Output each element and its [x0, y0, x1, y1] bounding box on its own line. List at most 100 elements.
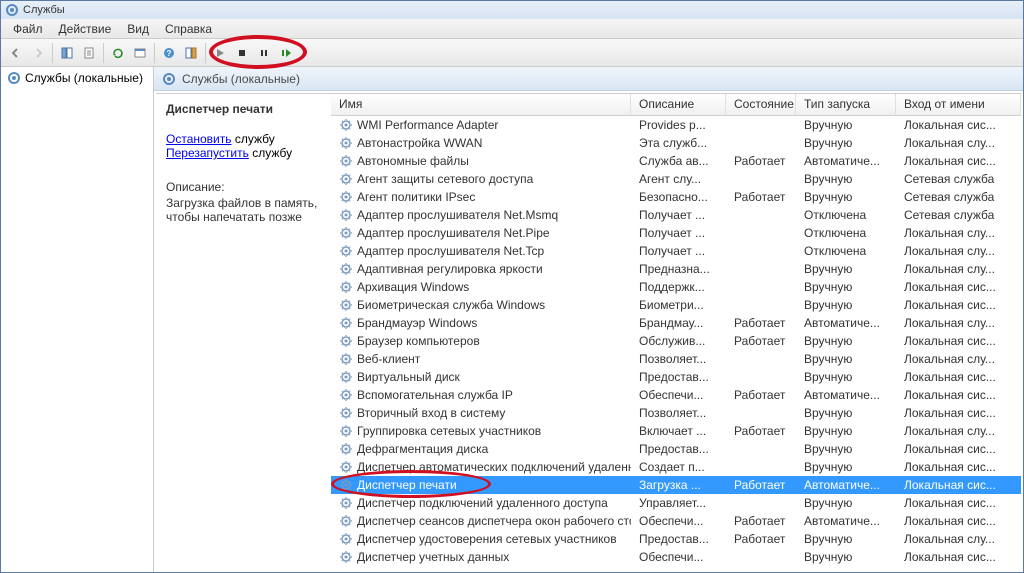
table-row[interactable]: Адаптер прослушивателя Net.TcpПолучает .…	[331, 242, 1021, 260]
pause-service-button[interactable]	[254, 43, 274, 63]
back-button[interactable]	[6, 43, 26, 63]
show-hide-action-pane-button[interactable]	[181, 43, 201, 63]
table-row[interactable]: Адаптивная регулировка яркостиПредназна.…	[331, 260, 1021, 278]
cell-start: Вручную	[796, 297, 896, 313]
stop-service-button[interactable]	[232, 43, 252, 63]
cell-desc: Обеспечи...	[631, 513, 726, 529]
gear-icon	[339, 424, 353, 438]
stop-service-link[interactable]: Остановить	[166, 132, 232, 146]
cell-desc: Включает ...	[631, 423, 726, 439]
cell-desc: Позволяет...	[631, 351, 726, 367]
table-row[interactable]: Виртуальный дискПредостав...ВручнуюЛокал…	[331, 368, 1021, 386]
cell-logon: Локальная сис...	[896, 369, 1021, 385]
cell-state	[726, 412, 796, 414]
cell-name: Автономные файлы	[331, 153, 631, 169]
col-name[interactable]: Имя	[331, 94, 631, 115]
restart-service-button[interactable]	[276, 43, 296, 63]
menu-help[interactable]: Справка	[157, 20, 220, 38]
gear-icon	[339, 208, 353, 222]
cell-logon: Локальная сис...	[896, 279, 1021, 295]
table-row[interactable]: Адаптер прослушивателя Net.MsmqПолучает …	[331, 206, 1021, 224]
table-row[interactable]: Архивация WindowsПоддержк...ВручнуюЛокал…	[331, 278, 1021, 296]
col-logon[interactable]: Вход от имени	[896, 94, 1021, 115]
cell-name: Диспетчер сеансов диспетчера окон рабоче…	[331, 513, 631, 529]
cell-state	[726, 250, 796, 252]
table-row[interactable]: WMI Performance AdapterProvides p...Вруч…	[331, 116, 1021, 134]
table-row[interactable]: Диспетчер сеансов диспетчера окон рабоче…	[331, 512, 1021, 530]
table-row[interactable]: Вспомогательная служба IPОбеспечи...Рабо…	[331, 386, 1021, 404]
menu-action[interactable]: Действие	[51, 20, 120, 38]
table-row[interactable]: Дефрагментация дискаПредостав...ВручнуюЛ…	[331, 440, 1021, 458]
cell-logon: Локальная слу...	[896, 315, 1021, 331]
cell-logon: Локальная сис...	[896, 405, 1021, 421]
cell-state	[726, 556, 796, 558]
cell-desc: Получает ...	[631, 243, 726, 259]
cell-state: Работает	[726, 315, 796, 331]
tree-root-label: Службы (локальные)	[25, 71, 143, 85]
cell-name: Диспетчер подключений удаленного доступа	[331, 495, 631, 511]
table-row[interactable]: Диспетчер удостоверения сетевых участник…	[331, 530, 1021, 548]
table-row[interactable]: Диспетчер автоматических подключений уда…	[331, 458, 1021, 476]
table-row[interactable]: Биометрическая служба WindowsБиометри...…	[331, 296, 1021, 314]
cell-desc: Брандмау...	[631, 315, 726, 331]
cell-desc: Обслужив...	[631, 333, 726, 349]
cell-name: Диспетчер печати	[331, 477, 631, 493]
titlebar: Службы	[1, 1, 1023, 19]
cell-logon: Локальная слу...	[896, 261, 1021, 277]
properties-button[interactable]	[130, 43, 150, 63]
gear-icon	[339, 280, 353, 294]
right-pane: Службы (локальные) Диспетчер печати Оста…	[154, 67, 1023, 572]
cell-start: Вручную	[796, 531, 896, 547]
col-startup[interactable]: Тип запуска	[796, 94, 896, 115]
table-row[interactable]: Брандмауэр WindowsБрандмау...РаботаетАвт…	[331, 314, 1021, 332]
table-row[interactable]: Агент защиты сетевого доступаАгент слу..…	[331, 170, 1021, 188]
cell-logon: Локальная сис...	[896, 333, 1021, 349]
table-row[interactable]: Веб-клиентПозволяет...ВручнуюЛокальная с…	[331, 350, 1021, 368]
right-pane-header: Службы (локальные)	[154, 67, 1023, 91]
cell-name: Вторичный вход в систему	[331, 405, 631, 421]
table-row[interactable]: Группировка сетевых участниковВключает .…	[331, 422, 1021, 440]
table-row[interactable]: Адаптер прослушивателя Net.PipeПолучает …	[331, 224, 1021, 242]
menu-file[interactable]: Файл	[5, 20, 51, 38]
table-row[interactable]: Агент политики IPsecБезопасно...Работает…	[331, 188, 1021, 206]
cell-desc: Обеспечи...	[631, 387, 726, 403]
gear-icon	[339, 406, 353, 420]
services-table: Имя Описание Состояние Тип запуска Вход …	[331, 94, 1021, 570]
tree-pane: Службы (локальные)	[1, 67, 154, 572]
cell-logon: Локальная слу...	[896, 351, 1021, 367]
menu-view[interactable]: Вид	[119, 20, 157, 38]
cell-start: Отключена	[796, 225, 896, 241]
cell-logon: Локальная слу...	[896, 135, 1021, 151]
gear-icon	[339, 244, 353, 258]
start-service-button[interactable]	[210, 43, 230, 63]
table-row[interactable]: Диспетчер печатиЗагрузка ...РаботаетАвто…	[331, 476, 1021, 494]
right-pane-title: Службы (локальные)	[182, 72, 300, 86]
cell-desc: Получает ...	[631, 225, 726, 241]
help-button[interactable]: ?	[159, 43, 179, 63]
table-row[interactable]: Автономные файлыСлужба ав...РаботаетАвто…	[331, 152, 1021, 170]
table-row[interactable]: Автонастройка WWANЭта служб...ВручнуюЛок…	[331, 134, 1021, 152]
forward-button[interactable]	[28, 43, 48, 63]
table-row[interactable]: Вторичный вход в системуПозволяет...Вруч…	[331, 404, 1021, 422]
cell-logon: Локальная слу...	[896, 243, 1021, 259]
gear-icon	[339, 154, 353, 168]
table-row[interactable]: Диспетчер подключений удаленного доступа…	[331, 494, 1021, 512]
restart-service-link[interactable]: Перезапустить	[166, 146, 249, 160]
gear-icon	[339, 316, 353, 330]
cell-desc: Предостав...	[631, 441, 726, 457]
show-hide-tree-button[interactable]	[57, 43, 77, 63]
col-description[interactable]: Описание	[631, 94, 726, 115]
export-button[interactable]	[79, 43, 99, 63]
tree-root-item[interactable]: Службы (локальные)	[1, 67, 153, 89]
cell-state	[726, 178, 796, 180]
col-state[interactable]: Состояние	[726, 94, 796, 115]
cell-state	[726, 124, 796, 126]
table-row[interactable]: Браузер компьютеровОбслужив...РаботаетВр…	[331, 332, 1021, 350]
refresh-button[interactable]	[108, 43, 128, 63]
table-row[interactable]: Диспетчер учетных данныхОбеспечи...Вручн…	[331, 548, 1021, 566]
cell-state	[726, 286, 796, 288]
cell-name: Адаптер прослушивателя Net.Msmq	[331, 207, 631, 223]
cell-logon: Локальная сис...	[896, 297, 1021, 313]
cell-desc: Биометри...	[631, 297, 726, 313]
cell-state	[726, 214, 796, 216]
